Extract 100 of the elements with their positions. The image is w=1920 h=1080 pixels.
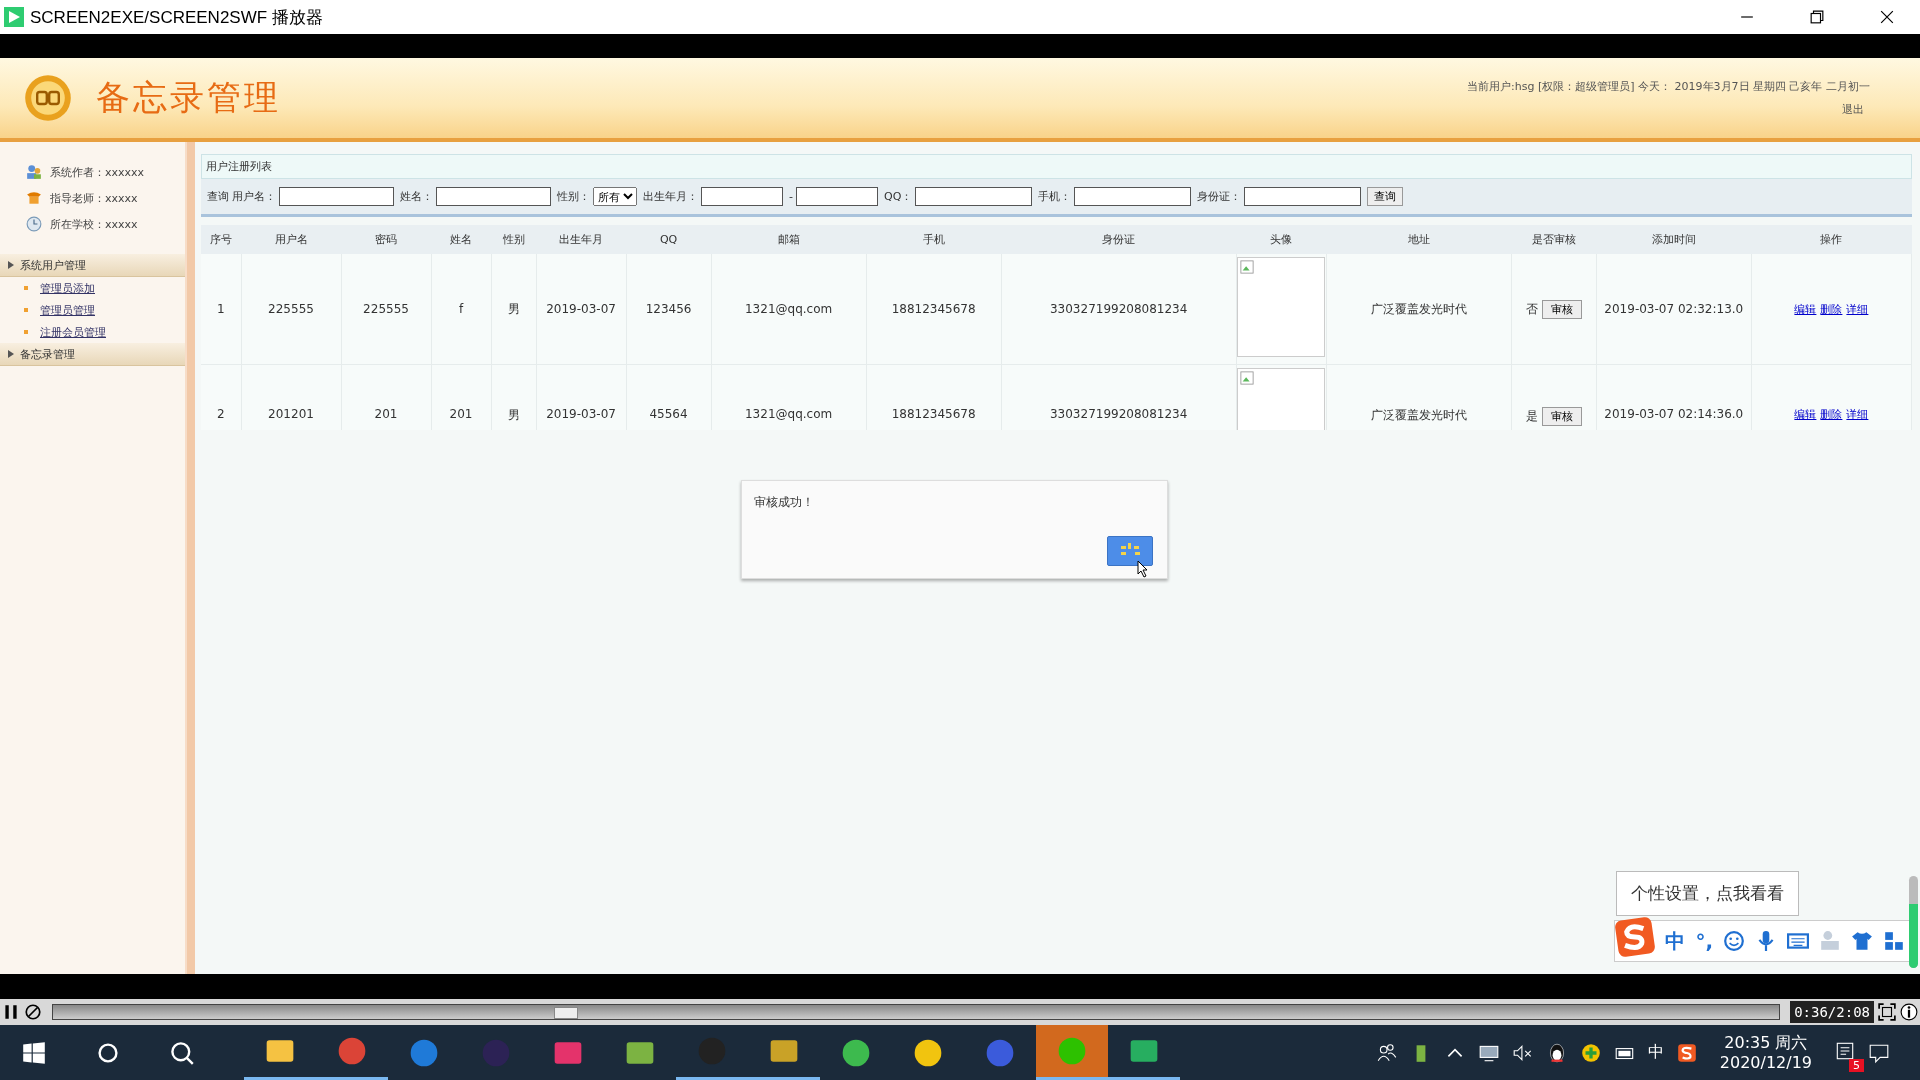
input-field[interactable] bbox=[1244, 187, 1362, 206]
filter-label: 身份证： bbox=[1197, 189, 1242, 204]
table-cell: 18812345678 bbox=[866, 364, 1002, 430]
column-header: 姓名 bbox=[431, 225, 492, 254]
menu-link[interactable]: 注册会员管理 bbox=[40, 324, 106, 340]
search-icon[interactable] bbox=[170, 1040, 194, 1065]
header-title: 备忘录管理 bbox=[96, 76, 281, 119]
column-header: 头像 bbox=[1236, 225, 1327, 254]
table-cell: 男 bbox=[491, 254, 537, 365]
ime-tooltip: 个性设置，点我看看 bbox=[1616, 871, 1800, 916]
seek-bar[interactable] bbox=[52, 1004, 1781, 1020]
menu-link[interactable]: 管理员管理 bbox=[40, 302, 95, 318]
plus-circle-icon[interactable] bbox=[1579, 1041, 1602, 1064]
confirm-button[interactable] bbox=[1107, 536, 1153, 566]
query-button[interactable]: 查询 bbox=[1367, 187, 1404, 206]
filter-label: 性别： bbox=[557, 189, 590, 204]
alert-message: 审核成功！ bbox=[754, 494, 814, 511]
action-link[interactable]: 编辑 bbox=[1794, 408, 1817, 421]
column-header: 手机 bbox=[866, 225, 1002, 254]
logout-link[interactable]: 退出 bbox=[1842, 102, 1864, 117]
table-cell: 1321@qq.com bbox=[711, 254, 867, 365]
action-link[interactable]: 编辑 bbox=[1794, 302, 1817, 316]
date-to-field[interactable] bbox=[796, 187, 878, 206]
review-button[interactable]: 审核 bbox=[1541, 299, 1582, 319]
input-field[interactable] bbox=[279, 187, 394, 206]
gender-select[interactable]: 所有 bbox=[593, 187, 637, 206]
table-cell: 123456 bbox=[626, 254, 712, 365]
column-header: 地址 bbox=[1326, 225, 1512, 254]
column-header: 用户名 bbox=[241, 225, 341, 254]
app-logo-icon bbox=[4, 7, 24, 27]
start-icon[interactable] bbox=[22, 1040, 46, 1065]
table-cell: 广泛覆盖发光时代 bbox=[1326, 254, 1512, 365]
shirt-icon[interactable] bbox=[1851, 930, 1873, 952]
column-header: 出生年月 bbox=[536, 225, 627, 254]
menu-group[interactable]: 系统用户管理 bbox=[0, 254, 185, 277]
close-icon[interactable] bbox=[1880, 10, 1894, 24]
caret-icon bbox=[8, 261, 14, 269]
input-field[interactable] bbox=[1074, 187, 1192, 206]
table-cell: 1 bbox=[201, 254, 241, 365]
panel-title: 用户注册列表 bbox=[201, 154, 1912, 179]
info-text: 所在学校：xxxxx bbox=[50, 216, 138, 232]
grid-icon[interactable] bbox=[1883, 930, 1905, 952]
filter-lead: 查询 bbox=[207, 189, 229, 204]
menu-link[interactable]: 管理员添加 bbox=[40, 280, 95, 296]
table-cell: 225555 bbox=[341, 254, 432, 365]
table-cell: 2019-03-07 bbox=[536, 364, 627, 430]
smiley-icon[interactable] bbox=[1723, 930, 1745, 952]
pause-icon[interactable] bbox=[2, 1003, 20, 1021]
keyboard-icon[interactable] bbox=[1787, 930, 1809, 952]
clock-icon bbox=[26, 216, 42, 232]
caret-icon bbox=[8, 350, 14, 358]
column-header: 添加时间 bbox=[1596, 225, 1752, 254]
action-link[interactable]: 详细 bbox=[1846, 408, 1869, 421]
table-cell: f bbox=[431, 254, 492, 365]
table-cell: 1321@qq.com bbox=[711, 364, 867, 430]
table-cell: 广泛覆盖发光时代 bbox=[1326, 364, 1512, 430]
restore-icon[interactable] bbox=[1810, 10, 1824, 24]
review-button[interactable]: 审核 bbox=[1541, 407, 1582, 426]
column-header: QQ bbox=[626, 225, 712, 254]
filter-label: QQ： bbox=[884, 189, 913, 204]
cortana-icon[interactable] bbox=[96, 1040, 120, 1065]
people-icon bbox=[26, 164, 42, 180]
input-field[interactable] bbox=[436, 187, 551, 206]
filter-label: 出生年月： bbox=[643, 189, 698, 204]
info-icon[interactable] bbox=[1900, 1003, 1918, 1021]
column-header: 序号 bbox=[201, 225, 241, 254]
seek-thumb[interactable] bbox=[553, 1007, 578, 1019]
table-cell: 201 bbox=[431, 364, 492, 430]
clock-date[interactable]: 2020/12/19 bbox=[1719, 1052, 1812, 1073]
action-link[interactable]: 删除 bbox=[1820, 408, 1843, 421]
phone-icon bbox=[26, 190, 42, 206]
app-icon bbox=[336, 1035, 368, 1067]
menu-group[interactable]: 备忘录管理 bbox=[0, 343, 185, 366]
input-field[interactable] bbox=[915, 187, 1033, 206]
app-icon bbox=[1056, 1035, 1088, 1067]
column-header: 操作 bbox=[1751, 225, 1912, 254]
input-language[interactable]: 中 bbox=[1647, 1042, 1664, 1063]
ime-logo-icon[interactable] bbox=[1615, 917, 1656, 957]
info-text: 指导老师：xxxxx bbox=[50, 190, 138, 206]
ime-tray-icon[interactable] bbox=[1675, 1041, 1698, 1064]
stop-icon[interactable] bbox=[24, 1003, 42, 1021]
people-icon[interactable] bbox=[1375, 1041, 1398, 1064]
date-from-field[interactable] bbox=[701, 187, 783, 206]
column-header: 是否审核 bbox=[1511, 225, 1597, 254]
action-link[interactable]: 删除 bbox=[1820, 302, 1843, 316]
ime-mode[interactable]: 中 bbox=[1665, 927, 1686, 955]
fullscreen-icon[interactable] bbox=[1878, 1003, 1896, 1021]
action-link[interactable]: 详细 bbox=[1846, 302, 1869, 316]
table-cell: 2019-03-07 02:32:13.0 bbox=[1596, 254, 1752, 365]
range-separator: - bbox=[789, 190, 793, 203]
table-cell: 45564 bbox=[626, 364, 712, 430]
playback-time: 0:36/2:08 bbox=[1790, 1001, 1874, 1023]
table-cell: 2019-03-07 bbox=[536, 254, 627, 365]
table-cell: 201 bbox=[341, 364, 432, 430]
clock-time[interactable]: 20:35 周六 bbox=[1724, 1032, 1808, 1053]
notification-badge: 5 bbox=[1849, 1058, 1864, 1072]
table-cell: 2 bbox=[201, 364, 241, 430]
ime-punct[interactable]: °, bbox=[1695, 929, 1713, 953]
review-status: 是 bbox=[1525, 409, 1538, 423]
memo-logo-icon bbox=[24, 74, 72, 122]
